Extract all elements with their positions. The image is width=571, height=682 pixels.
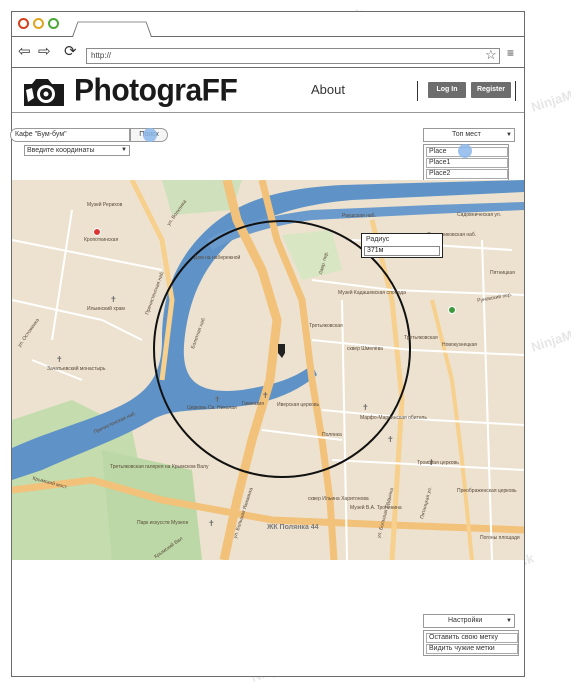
map-label: Третьяковская (404, 335, 438, 341)
watermark-text: NinjaMock (529, 80, 571, 115)
coordinates-select-value: Введите координаты (27, 147, 95, 154)
svg-text:✝: ✝ (262, 391, 269, 400)
chevron-down-icon: ▼ (506, 618, 512, 624)
top-places-option[interactable]: Place2 (426, 169, 508, 179)
register-button[interactable]: Register (471, 82, 511, 98)
svg-text:✝: ✝ (208, 519, 215, 528)
map-label: Пятницкая (490, 270, 515, 276)
coordinates-select[interactable]: Введите координаты ▼ (24, 145, 130, 156)
site-header: PhotograFF About Log In Register (12, 69, 524, 113)
top-places-dropdown[interactable]: Топ мест ▼ (423, 128, 515, 142)
svg-text:✝: ✝ (56, 355, 63, 364)
star-icon[interactable]: ☆ (485, 47, 497, 63)
settings-list: Оставить свою метку Видить чужие метки (423, 630, 519, 656)
map-label: Раушская наб. (342, 213, 376, 219)
district-label: ЖК Полянка 44 (267, 524, 319, 531)
svg-text:✝: ✝ (362, 403, 369, 412)
map-label: Церковь Св. Николая (187, 405, 237, 411)
map-label: Дом на набережной (194, 255, 241, 261)
svg-text:✝: ✝ (387, 435, 394, 444)
browser-tab[interactable] (72, 21, 152, 37)
hamburger-menu-icon[interactable]: ≡ (507, 46, 514, 60)
map-label: Музей Кадашевская слобода (338, 290, 406, 296)
url-bar[interactable]: http:// (86, 48, 500, 64)
map-label: Новокузнецкая (442, 342, 477, 348)
radius-label: Радиус (366, 236, 390, 243)
svg-text:✝: ✝ (110, 295, 117, 304)
login-button[interactable]: Log In (428, 82, 466, 98)
header-divider (417, 81, 418, 101)
logo-text[interactable]: PhotograFF (74, 73, 238, 109)
city-map[interactable]: ✝ ✝ ✝ ✝ ✝ ✝ ✝ ✝ Музей Рерихов Кропоткинс… (12, 180, 524, 560)
click-indicator (143, 128, 157, 142)
settings-option[interactable]: Видить чужие метки (426, 644, 518, 654)
map-label: Гимназия (242, 401, 264, 407)
map-label: Иверская церковь (277, 402, 320, 408)
header-divider (515, 81, 516, 101)
map-label: Погоны площади (480, 535, 520, 541)
chevron-down-icon: ▼ (506, 132, 512, 138)
settings-dropdown[interactable]: Настройки ▼ (423, 614, 515, 628)
watermark-text: NinjaMock (529, 320, 571, 355)
map-label: Полянка (322, 432, 342, 438)
settings-option[interactable]: Оставить свою метку (426, 633, 518, 643)
map-label: Кропоткинская (84, 237, 119, 243)
map-label: Музей Рерихов (87, 202, 123, 208)
header-divider (225, 81, 226, 101)
map-label: Зачатьевский монастырь (47, 366, 106, 372)
radius-box: Радиус 371м (361, 233, 443, 258)
title-bar (12, 12, 524, 37)
map-label: Садовническая ул. (457, 212, 502, 218)
forward-arrow-icon[interactable]: ⇨ (38, 43, 51, 61)
click-indicator (458, 144, 472, 158)
browser-navbar: ⇦ ⇨ ⟳ http:// ☆ ≡ (12, 38, 524, 68)
map-label: Третьяковская галерея на Крымском Валу (110, 464, 209, 470)
svg-text:✝: ✝ (214, 395, 221, 404)
map-label: Марфо-Мариинская обитель (360, 415, 427, 421)
map-label: сквер Шмелёва (347, 346, 383, 352)
map-label: Третьяковская (309, 323, 343, 329)
back-arrow-icon[interactable]: ⇦ (18, 43, 31, 61)
chevron-down-icon: ▼ (121, 147, 127, 153)
reload-icon[interactable]: ⟳ (64, 43, 77, 61)
close-window-icon[interactable] (18, 18, 29, 29)
minimize-window-icon[interactable] (33, 18, 44, 29)
search-input[interactable]: Кафе "Бум-бум" (10, 128, 130, 142)
radius-input[interactable]: 371м (364, 246, 440, 256)
map-label: Преображенская церковь (457, 488, 517, 494)
maximize-window-icon[interactable] (48, 18, 59, 29)
camera-logo-icon (22, 76, 66, 108)
map-label: Троицкая церковь (417, 460, 459, 466)
map-label: Парк искусств Музеон (137, 520, 189, 526)
top-places-option[interactable]: Place1 (426, 158, 508, 168)
settings-label: Настройки (448, 617, 483, 624)
map-label: сквер Ильина Харитонова (308, 496, 369, 502)
map-label: Ильинский храм (87, 306, 125, 312)
top-places-label: Топ мест (452, 131, 481, 138)
about-link[interactable]: About (311, 82, 345, 97)
map-label: Музей В.А. Тропинина (350, 505, 402, 511)
